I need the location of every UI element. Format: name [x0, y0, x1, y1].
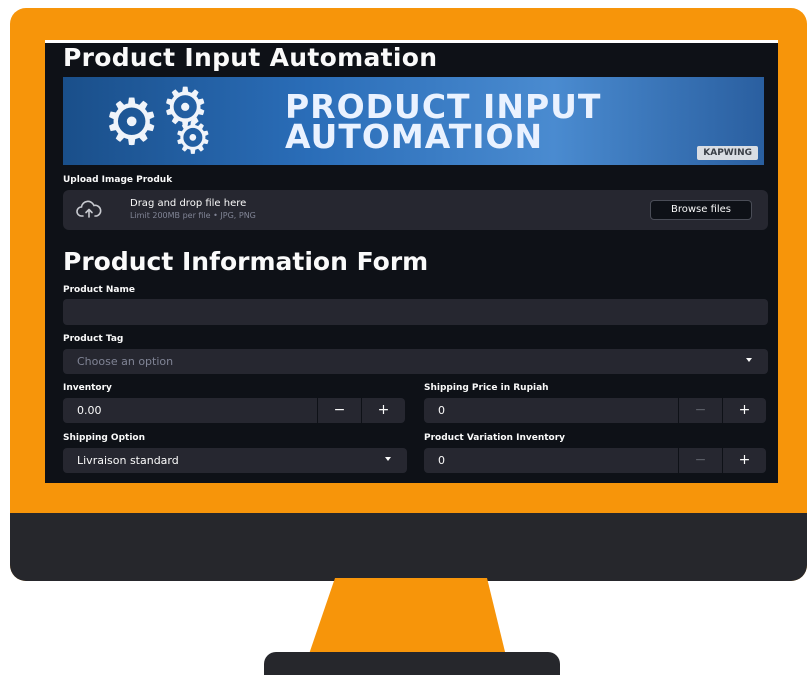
chevron-down-icon	[746, 358, 752, 362]
variation-inventory-value: 0	[438, 454, 445, 467]
chevron-down-icon	[385, 457, 391, 461]
shipping-option-label: Shipping Option	[63, 433, 145, 443]
monitor-stand-base	[264, 652, 560, 675]
product-name-input[interactable]	[63, 299, 768, 325]
banner-watermark: KAPWING	[697, 146, 758, 160]
inventory-field[interactable]: 0.00	[63, 398, 317, 423]
shipping-price-value: 0	[438, 404, 445, 417]
monitor-stand-neck	[307, 578, 507, 660]
product-name-label: Product Name	[63, 285, 135, 295]
form-title: Product Information Form	[63, 247, 429, 276]
inventory-increment-button[interactable]: +	[361, 398, 405, 423]
banner-image: ⚙ ⚙ ⚙ PRODUCT INPUT AUTOMATION KAPWING	[63, 77, 764, 165]
product-tag-select[interactable]: Choose an option	[63, 349, 768, 374]
product-tag-label: Product Tag	[63, 334, 124, 344]
file-uploader-dropzone[interactable]: Drag and drop file here Limit 200MB per …	[63, 190, 768, 230]
variation-inventory-increment-button[interactable]: +	[722, 448, 766, 473]
shipping-price-number-input: 0 − +	[424, 398, 768, 423]
shipping-price-field[interactable]: 0	[424, 398, 678, 423]
app-title: Product Input Automation	[63, 43, 438, 72]
browse-files-button[interactable]: Browse files	[650, 200, 752, 220]
variation-inventory-label: Product Variation Inventory	[424, 433, 566, 443]
gear-icon: ⚙	[103, 86, 161, 160]
shipping-price-label: Shipping Price in Rupiah	[424, 383, 549, 393]
product-tag-placeholder: Choose an option	[77, 355, 174, 368]
dropzone-title: Drag and drop file here	[130, 198, 247, 209]
variation-inventory-number-input: 0 − +	[424, 448, 768, 473]
monitor-chin	[10, 513, 807, 581]
inventory-label: Inventory	[63, 383, 112, 393]
banner-title-line2: AUTOMATION	[285, 117, 544, 156]
inventory-decrement-button[interactable]: −	[317, 398, 361, 423]
app-screen: Product Input Automation ⚙ ⚙ ⚙ PRODUCT I…	[45, 40, 778, 483]
cloud-upload-icon	[76, 200, 102, 218]
shipping-option-select[interactable]: Livraison standard	[63, 448, 407, 473]
inventory-value: 0.00	[77, 404, 102, 417]
gear-icon: ⚙	[173, 113, 213, 164]
upload-label: Upload Image Produk	[63, 175, 173, 185]
shipping-price-decrement-button[interactable]: −	[678, 398, 722, 423]
dropzone-limit-text: Limit 200MB per file • JPG, PNG	[130, 211, 256, 220]
shipping-option-value: Livraison standard	[77, 454, 179, 467]
inventory-number-input: 0.00 − +	[63, 398, 407, 423]
variation-inventory-field[interactable]: 0	[424, 448, 678, 473]
shipping-price-increment-button[interactable]: +	[722, 398, 766, 423]
variation-inventory-decrement-button[interactable]: −	[678, 448, 722, 473]
